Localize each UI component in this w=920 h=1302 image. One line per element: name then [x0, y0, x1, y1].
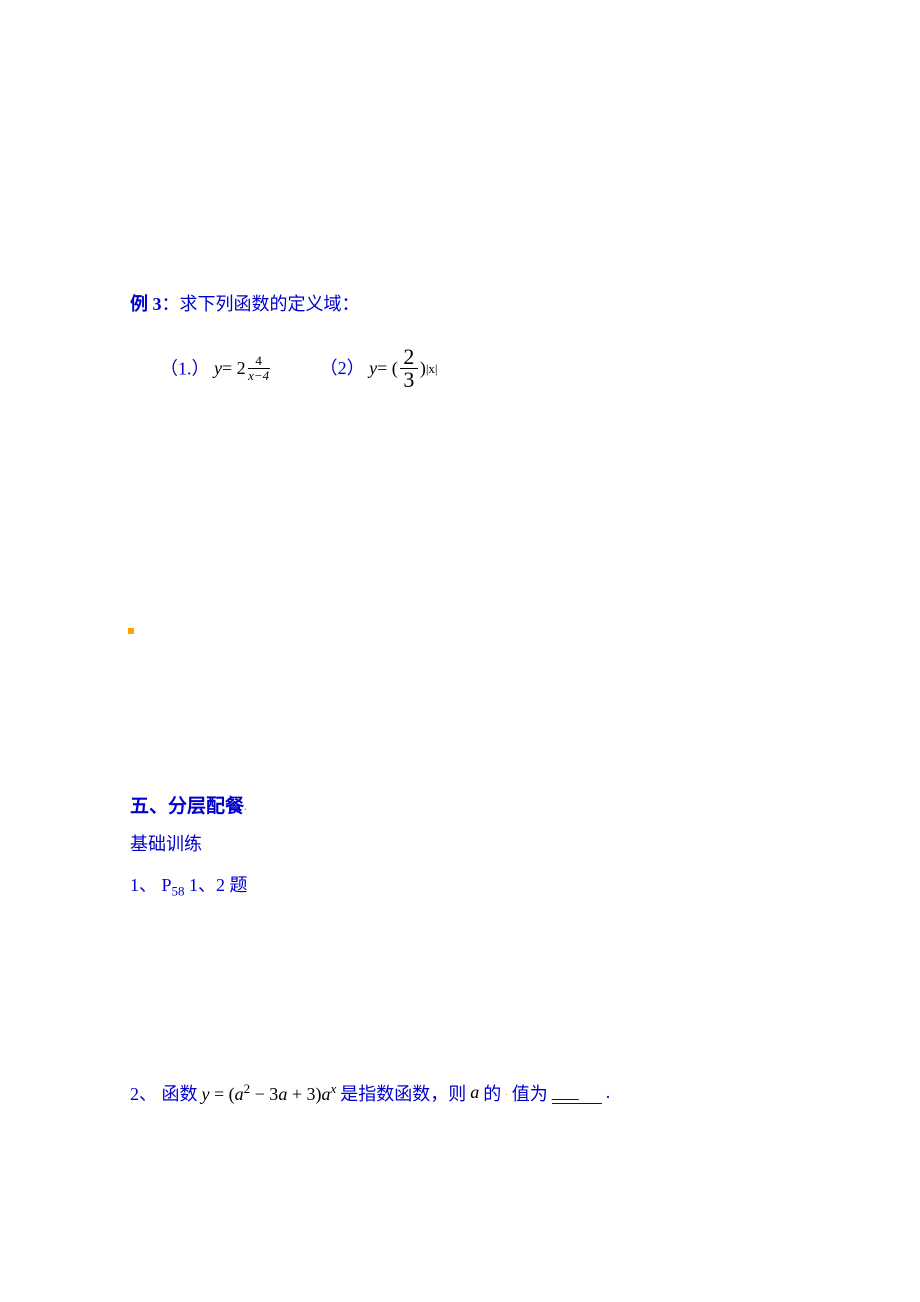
marker-icon	[128, 628, 134, 634]
question-2-formula: y = (a2 − 3a + 3)ax	[202, 1081, 337, 1105]
formula-1-label: （1.）	[160, 358, 210, 378]
formula-row: （1.） y = 2 4 x−4 （2） y = ( 2 3 )|x|	[130, 346, 790, 391]
blank-underline	[552, 1082, 602, 1104]
example-label: 例 3	[130, 294, 162, 314]
dot-icon: .	[505, 1087, 508, 1098]
subsection-label: 基础训练	[130, 830, 790, 856]
formula-2-fraction: 2 3	[400, 346, 418, 391]
section-title: 五、分层配餐.	[130, 791, 790, 818]
formula-1-exponent: 4 x−4	[248, 354, 270, 384]
formula-2: （2） y = ( 2 3 )|x|	[320, 346, 438, 391]
formula-2-label: （2）	[320, 358, 365, 378]
section-five: 五、分层配餐. 基础训练 1、 P58 1、2 题 2、 函数 y = (a2 …	[130, 791, 790, 1106]
example-title: 例 3：求下列函数的定义域：	[130, 290, 790, 316]
question-2: 2、 函数 y = (a2 − 3a + 3)ax 是指数函数，则 a 的.值为…	[130, 1080, 790, 1106]
formula-1: （1.） y = 2 4 x−4	[160, 354, 270, 384]
dot-icon: .	[244, 802, 247, 813]
formula-1-math: y = 2 4 x−4	[214, 354, 270, 384]
question-1: 1、 P58 1、2 题	[130, 871, 790, 900]
formula-2-math: y = ( 2 3 )|x|	[369, 346, 437, 391]
example-text: ：求下列函数的定义域：	[162, 294, 360, 314]
